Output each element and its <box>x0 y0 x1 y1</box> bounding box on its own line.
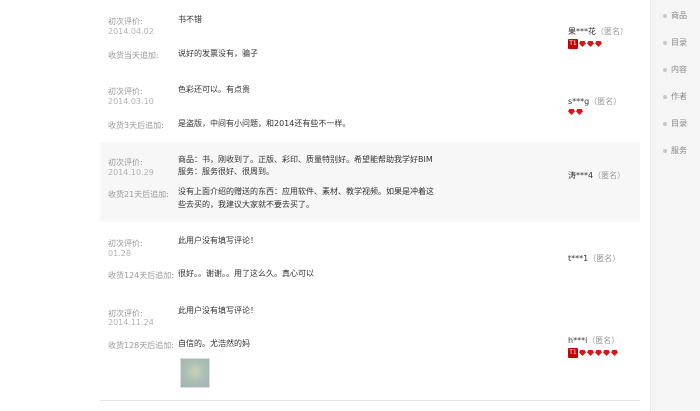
initial-review-label: 初次评价: <box>108 158 143 167</box>
diamond-gem-icon <box>595 41 602 47</box>
review-list: 初次评价: 2014.04.02 书不错 收货当天追加: 说好的发票没有，骗子 … <box>100 0 640 411</box>
diamond-gem-icon <box>587 41 594 47</box>
followup-text-line-1: 没有上面介绍的赠送的东西：应用软件、素材、教学视频。如果是冲着这 <box>178 187 434 196</box>
bullet-icon <box>663 67 667 72</box>
initial-review-label: 初次评价: <box>108 17 143 26</box>
anonymous-tag: （匿名） <box>596 27 628 36</box>
reviewer-username[interactable]: s***g <box>568 97 589 106</box>
anonymous-tag: （匿名） <box>593 171 626 180</box>
followup-label: 收货3天后追加: <box>108 121 164 130</box>
reviewer-username[interactable]: 果***花 <box>568 27 596 36</box>
review-date: 2014.03.10 <box>108 97 154 106</box>
bullet-icon <box>663 40 667 45</box>
followup-label: 收货128天后追加: <box>108 341 174 350</box>
reviewer-rank: T1 <box>568 348 618 358</box>
sidebar-item[interactable]: 目录 <box>663 118 687 129</box>
initial-review-label: 初次评价: <box>108 87 143 96</box>
initial-review-label: 初次评价: <box>108 239 143 248</box>
reviewer-username[interactable]: h***i <box>568 336 587 345</box>
followup-text: 自信的。尤浩然的妈 <box>178 339 250 348</box>
sidebar-item-label[interactable]: 内容 <box>671 64 687 75</box>
review-item: 初次评价: 2014.03.10 色彩还可以。有点贵 收货3天后追加: 是盗版，… <box>100 72 640 143</box>
reviewer-name[interactable]: s***g（匿名） <box>568 96 621 107</box>
reviewer-name[interactable]: t***1（匿名） <box>568 253 620 264</box>
bullet-icon <box>663 94 667 99</box>
followup-label: 收货21天后追加: <box>108 190 169 199</box>
reviewer-name[interactable]: 果***花（匿名） <box>568 26 628 37</box>
followup-text: 是盗版，中间有小问题，和2014还有些不一样。 <box>178 119 351 128</box>
diamond-gem-icon <box>595 350 602 356</box>
sidebar-item-label[interactable]: 目录 <box>671 118 687 129</box>
review-item: 初次评价: 2014.11.24 此用户没有填写评论！ 收货128天后追加: 自… <box>100 292 640 401</box>
diamond-gem-icon <box>611 350 618 356</box>
followup-text: 说好的发票没有，骗子 <box>178 49 258 58</box>
review-date: 2014.04.02 <box>108 27 154 36</box>
initial-review-text: 书不错 <box>178 15 202 24</box>
initial-review-text: 此用户没有填写评论！ <box>178 236 258 245</box>
diamond-gem-icon <box>587 350 594 356</box>
review-date: 2014.10.29 <box>108 168 154 177</box>
followup-text-line-2: 些去买的，我建议大家就不要去买了。 <box>178 200 314 209</box>
sidebar-item-label[interactable]: 服务 <box>671 145 687 156</box>
sidebar-item[interactable]: 内容 <box>663 64 687 75</box>
sidebar-item-label[interactable]: 商品 <box>671 10 687 21</box>
sidebar-item-label[interactable]: 作者 <box>671 91 687 102</box>
sidebar-item[interactable]: 作者 <box>663 91 687 102</box>
reviewer-name[interactable]: 涛***4（匿名） <box>568 170 625 181</box>
sidebar-item[interactable]: 目录 <box>663 37 687 48</box>
reviewer-username[interactable]: 涛***4 <box>568 171 593 180</box>
level-badge-icon: T1 <box>568 39 578 49</box>
initial-review-text-line-2: 服务：服务很好、很周到。 <box>178 167 274 176</box>
followup-text: 很好。。谢谢。。用了这么久。真心可以 <box>178 269 314 278</box>
followup-label: 收货当天追加: <box>108 51 159 60</box>
reviewer-username[interactable]: t***1 <box>568 254 588 263</box>
review-item: 初次评价: 01.28 此用户没有填写评论！ 收货124天后追加: 很好。。谢谢… <box>100 222 640 293</box>
reviewer-rank: T1 <box>568 39 602 49</box>
initial-review-text: 色彩还可以。有点贵 <box>178 85 250 94</box>
sidebar-item[interactable]: 服务 <box>663 145 687 156</box>
bullet-icon <box>663 148 667 153</box>
initial-review-text: 此用户没有填写评论！ <box>178 306 258 315</box>
anonymous-tag: （匿名） <box>589 97 622 106</box>
reviewer-rank <box>568 109 583 115</box>
reviewer-name[interactable]: h***i（匿名） <box>568 335 619 346</box>
diamond-gem-icon <box>579 41 586 47</box>
review-item: 初次评价: 2014.04.02 书不错 收货当天追加: 说好的发票没有，骗子 … <box>100 0 640 73</box>
review-date: 01.28 <box>108 249 131 258</box>
sidebar-nav: 商品 目录 内容 作者 目录 服务 <box>650 0 700 411</box>
sidebar-item-label[interactable]: 目录 <box>671 37 687 48</box>
diamond-gem-icon <box>576 109 583 115</box>
review-photo-thumbnail[interactable] <box>180 358 210 388</box>
bullet-icon <box>663 121 667 126</box>
diamond-gem-icon <box>579 350 586 356</box>
sidebar-item[interactable]: 商品 <box>663 10 687 21</box>
review-item: 初次评价: 2014.10.29 商品：书，刚收到了。正版、彩印、质量特别好。希… <box>100 142 640 223</box>
diamond-gem-icon <box>568 109 575 115</box>
followup-label: 收货124天后追加: <box>108 271 174 280</box>
anonymous-tag: （匿名） <box>588 254 621 263</box>
bullet-icon <box>663 13 667 18</box>
anonymous-tag: （匿名） <box>587 336 620 345</box>
diamond-gem-icon <box>603 350 610 356</box>
review-date: 2014.11.24 <box>108 318 154 327</box>
level-badge-icon: T1 <box>568 348 578 358</box>
